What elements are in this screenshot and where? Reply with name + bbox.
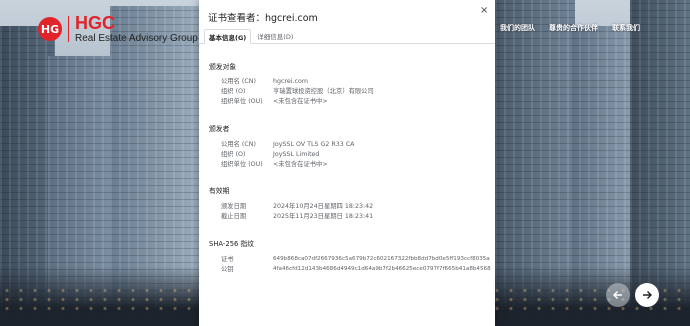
tab-general[interactable]: 基本信息(G)	[204, 29, 252, 44]
site-nav: 我们的团队 尊贵的合作伙伴 联系我们	[500, 23, 640, 33]
field-value: 亨瑞置球投资控股（北京）有限公司	[273, 88, 374, 95]
brand-tagline: Real Estate Advisory Group	[75, 33, 198, 44]
close-icon[interactable]: ×	[480, 5, 488, 16]
field-label: 公用名 (CN)	[221, 78, 256, 85]
arrow-left-icon	[613, 291, 622, 299]
field-label: 组织单位 (OU)	[221, 98, 263, 105]
carousel-next-button[interactable]	[635, 283, 659, 307]
field-row: 公用名 (CN) JoySSL OV TLS G2 R33 CA	[221, 140, 491, 149]
field-value: <未包含在证书中>	[273, 98, 328, 105]
field-value: 2024年10月24日星期四 18:23:42	[273, 203, 374, 210]
field-label: 组织 (O)	[221, 88, 246, 95]
field-value: <未包含在证书中>	[273, 161, 328, 168]
nav-item-partners[interactable]: 尊贵的合作伙伴	[549, 23, 598, 33]
tab-details[interactable]: 详细信息(D)	[253, 29, 297, 43]
field-label: 公用名 (CN)	[221, 141, 256, 148]
brand-name: HGC	[75, 13, 115, 33]
field-row: 组织 (O) 亨瑞置球投资控股（北京）有限公司	[221, 87, 491, 96]
field-value: 2025年11月23日星期日 18:23:41	[273, 213, 374, 220]
field-row: 组织单位 (OU) <未包含在证书中>	[221, 97, 491, 106]
arrow-right-icon	[643, 291, 652, 299]
field-row: 颁发日期 2024年10月24日星期四 18:23:42	[221, 202, 491, 211]
field-value: JoySSL Limited	[273, 151, 320, 158]
dialog-title: 证书查看者：hgcrei.com	[208, 13, 318, 24]
field-label: 组织 (O)	[221, 151, 246, 158]
validity-heading: 有效期	[209, 187, 230, 195]
dialog-tabs: 基本信息(G) 详细信息(D)	[199, 29, 495, 44]
nav-item-team[interactable]: 我们的团队	[500, 23, 535, 33]
logo-divider	[68, 16, 69, 42]
field-value: 4fa46cfd12d143b4686d4949c1d64a9b7f2b4662…	[273, 266, 491, 272]
field-row: 组织单位 (OU) <未包含在证书中>	[221, 160, 491, 169]
issued-by-heading: 颁发者	[209, 125, 230, 133]
field-value: 649b868ca07df2667936c5a679b72c602167322f…	[273, 256, 490, 262]
field-label: 组织单位 (OU)	[221, 161, 263, 168]
issued-to-heading: 颁发对象	[209, 63, 237, 71]
logo-mark-icon: HG	[38, 17, 62, 41]
nav-item-contact[interactable]: 联系我们	[612, 23, 640, 33]
field-row: 公钥 4fa46cfd12d143b4686d4949c1d64a9b7f2b4…	[221, 265, 491, 274]
field-row: 截止日期 2025年11月23日星期日 18:23:41	[221, 212, 491, 221]
carousel-prev-button[interactable]	[606, 283, 630, 307]
field-row: 公用名 (CN) hgcrei.com	[221, 77, 491, 86]
field-value: JoySSL OV TLS G2 R33 CA	[273, 141, 355, 148]
field-value: hgcrei.com	[273, 78, 308, 85]
field-row: 证书 649b868ca07df2667936c5a679b72c6021673…	[221, 255, 491, 264]
certificate-viewer-dialog: 证书查看者：hgcrei.com × 基本信息(G) 详细信息(D) 颁发对象 …	[199, 0, 495, 326]
field-label: 截止日期	[221, 213, 247, 220]
site-logo[interactable]: HG HGC Real Estate Advisory Group	[38, 14, 198, 44]
fingerprint-heading: SHA-256 指纹	[209, 240, 255, 248]
field-label: 颁发日期	[221, 203, 247, 210]
field-row: 组织 (O) JoySSL Limited	[221, 150, 491, 159]
logo-text: HGC Real Estate Advisory Group	[75, 14, 198, 44]
field-label: 公钥	[221, 266, 234, 273]
field-label: 证书	[221, 256, 234, 263]
